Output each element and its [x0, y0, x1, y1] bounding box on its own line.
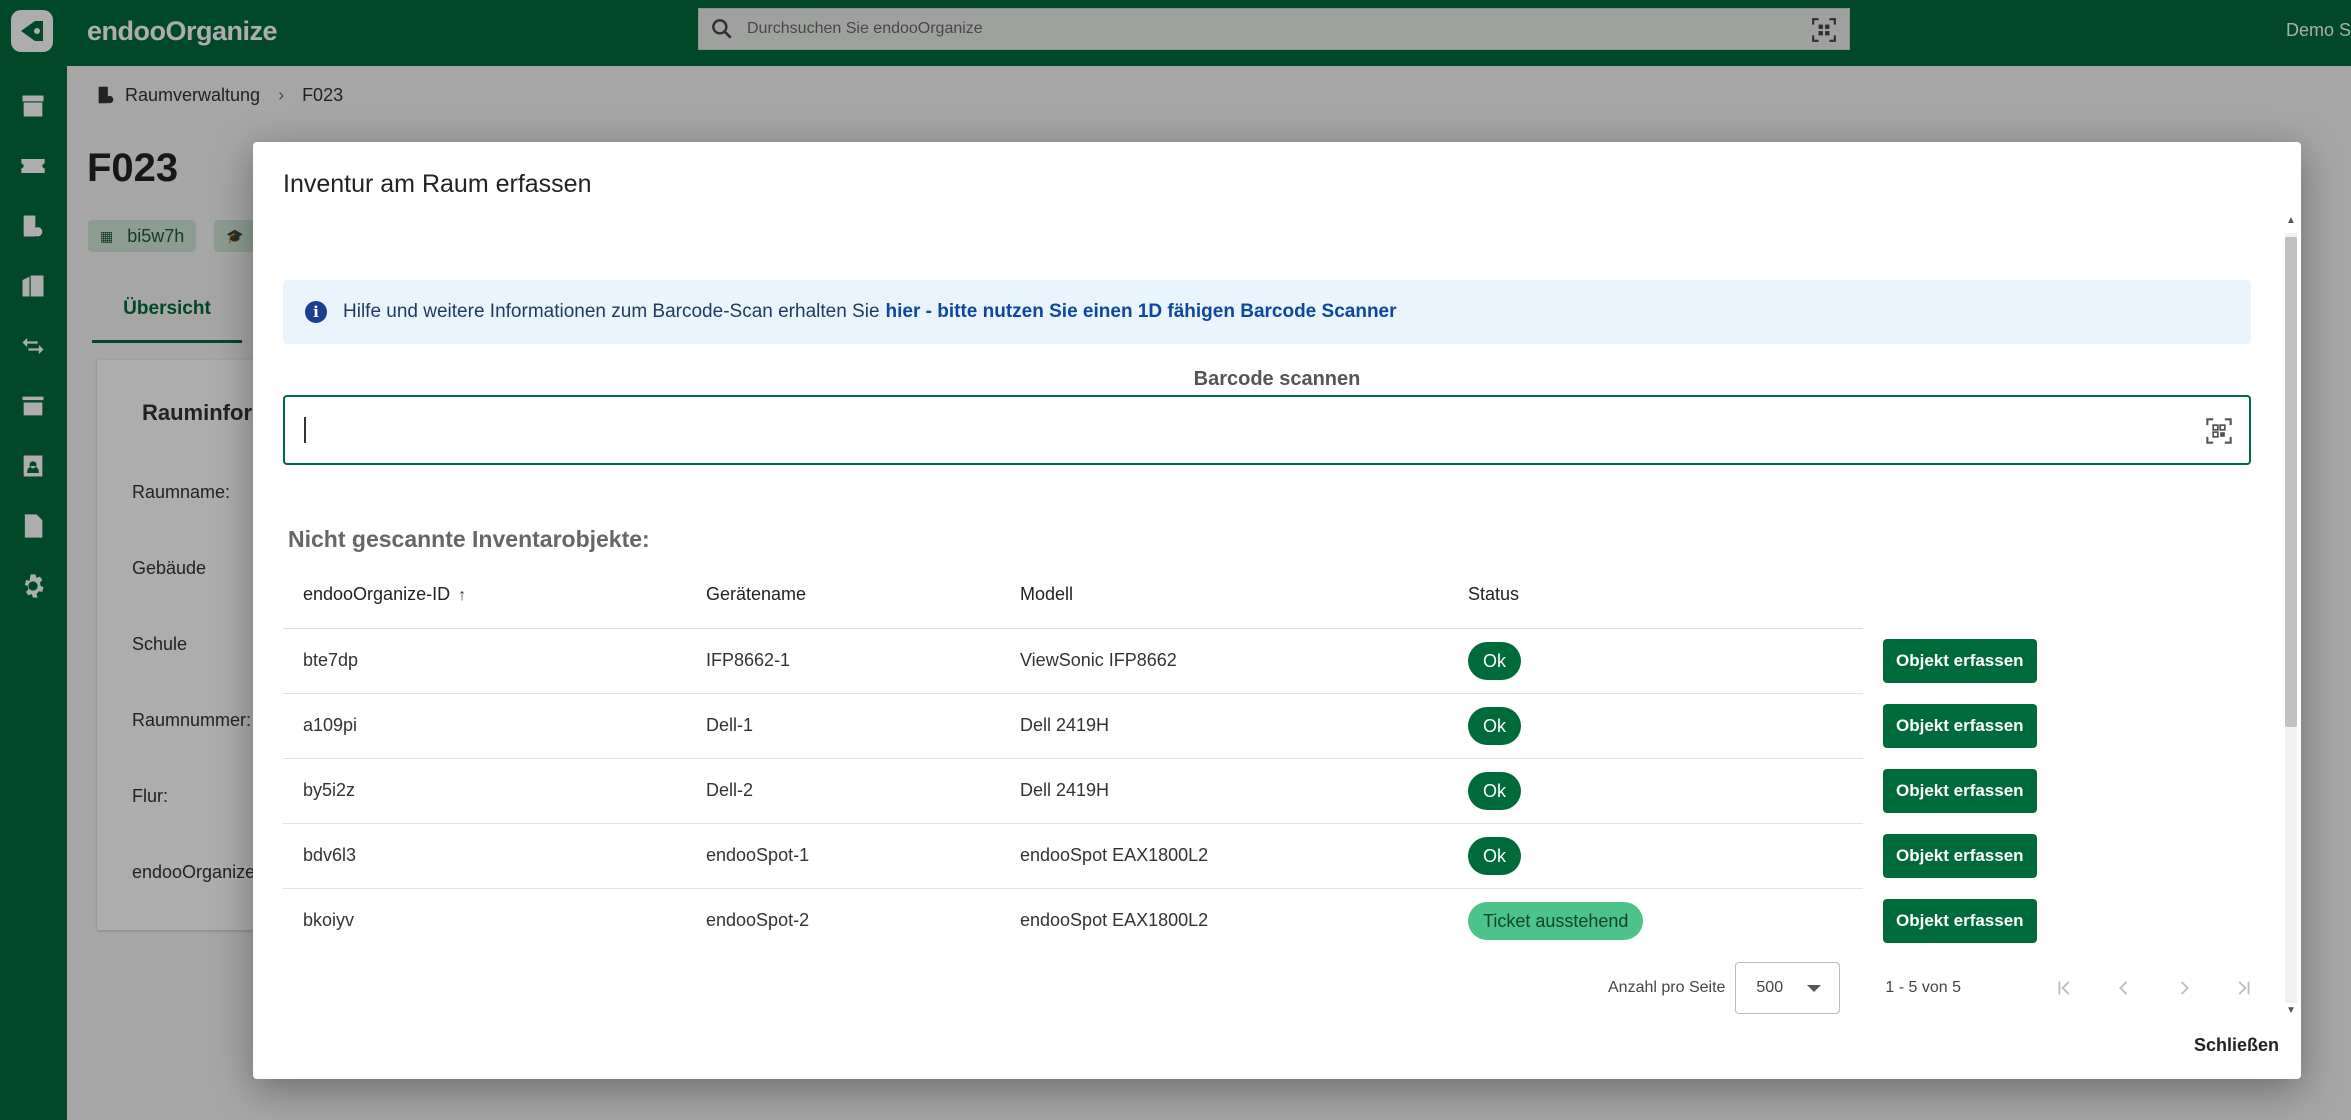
previous-page-icon[interactable] — [2111, 975, 2137, 1001]
capture-object-button[interactable]: Objekt erfassen — [1883, 768, 2037, 813]
table-row: bdv6l3 endooSpot-1 endooSpot EAX1800L2 O… — [283, 823, 2083, 889]
per-page-select[interactable]: 500 — [1735, 962, 1841, 1014]
column-header-model[interactable]: Modell — [1000, 562, 1448, 629]
cell-id: bdv6l3 — [283, 823, 686, 889]
text-caret — [304, 417, 306, 443]
cell-model: Dell 2419H — [1000, 693, 1448, 759]
cell-model: ViewSonic IFP8662 — [1000, 628, 1448, 694]
per-page-value: 500 — [1756, 979, 1784, 996]
cell-id: by5i2z — [283, 758, 686, 824]
page-range: 1 - 5 von 5 — [1885, 979, 1962, 996]
table-row: bte7dp IFP8662-1 ViewSonic IFP8662 Ok Ob… — [283, 628, 2083, 694]
table-header-row: endooOrganize-ID ↑ Gerätename Modell Stat… — [283, 562, 2083, 629]
info-banner: i Hilfe und weitere Informationen zum Ba… — [283, 280, 2251, 344]
cell-action: Objekt erfassen — [1863, 888, 2083, 953]
cell-status: Ticket ausstehend — [1448, 888, 1863, 953]
info-text: Hilfe und weitere Informationen zum Barc… — [343, 301, 880, 322]
inventory-table: endooOrganize-ID ↑ Gerätename Modell Stat… — [283, 562, 2083, 953]
status-badge: Ticket ausstehend — [1468, 901, 1644, 940]
capture-object-button[interactable]: Objekt erfassen — [1883, 638, 2037, 683]
cell-action: Objekt erfassen — [1863, 693, 2083, 758]
barcode-input[interactable] — [303, 411, 2183, 449]
cell-model: Dell 2419H — [1000, 758, 1448, 824]
column-header-name[interactable]: Gerätename — [686, 562, 1000, 629]
cell-status: Ok — [1448, 823, 1863, 889]
sort-arrow-up-icon[interactable]: ↑ — [458, 587, 466, 605]
cell-model: endooSpot EAX1800L2 — [1020, 910, 1209, 931]
cell-id: bkoiyv — [303, 910, 355, 931]
cell-name: IFP8662-1 — [686, 628, 1000, 694]
dialog-title: Inventur am Raum erfassen — [283, 170, 592, 198]
status-badge: Ok — [1468, 771, 1522, 810]
column-header-status[interactable]: Status — [1448, 562, 1863, 629]
capture-object-button[interactable]: Objekt erfassen — [1883, 703, 2037, 748]
dropdown-arrow-icon — [1807, 985, 1822, 992]
column-header-id[interactable]: endooOrganize-ID ↑ — [283, 562, 686, 629]
cell-status: Ok — [1448, 628, 1863, 694]
dialog-scrollbar[interactable]: ▲ ▼ — [2281, 215, 2299, 1016]
scroll-thumb[interactable] — [2285, 237, 2297, 727]
cell-model: endooSpot EAX1800L2 — [1000, 823, 1448, 889]
cell-id: a109pi — [283, 693, 686, 759]
cell-name: endooSpot-1 — [686, 823, 1000, 889]
barcode-field-label: Barcode scannen — [1193, 368, 1361, 390]
cell-name: Dell-1 — [686, 693, 1000, 759]
next-page-icon[interactable] — [2171, 975, 2197, 1001]
help-link[interactable]: hier - bitte nutzen Sie einen 1D fähigen… — [886, 301, 1397, 323]
paginator: Anzahl pro Seite 500 1 - 5 von 5 — [1608, 962, 2257, 1014]
per-page-label: Anzahl pro Seite — [1608, 979, 1726, 996]
cell-status: Ok — [1448, 693, 1863, 759]
section-title: Nicht gescannte Inventarobjekte: — [288, 526, 650, 552]
status-badge: Ok — [1468, 836, 1522, 875]
capture-object-button[interactable]: Objekt erfassen — [1883, 833, 2037, 878]
capture-object-button[interactable]: Objekt erfassen — [1883, 898, 2037, 943]
status-badge: Ok — [1468, 641, 1522, 680]
inventory-dialog: Inventur am Raum erfassen ▲ ▼ i Hilfe un… — [253, 142, 2301, 1079]
cell-action: Objekt erfassen — [1863, 823, 2083, 888]
cell-action: Objekt erfassen — [1863, 628, 2083, 693]
cell-id: bte7dp — [283, 628, 686, 694]
cell-status: Ok — [1448, 758, 1863, 824]
table-row: by5i2z Dell-2 Dell 2419H Ok Objekt erfas… — [283, 758, 2083, 824]
cell-name: endooSpot-2 — [706, 910, 810, 931]
cell-action: Objekt erfassen — [1863, 758, 2083, 823]
info-icon: i — [305, 301, 327, 323]
column-header-action — [1863, 562, 2083, 628]
qr-scan-icon[interactable] — [2205, 417, 2233, 445]
table-row: bkoiyv endooSpot-2 endooSpot EAX1800L2 T… — [283, 888, 2083, 953]
status-badge: Ok — [1468, 706, 1522, 745]
first-page-icon[interactable] — [2051, 975, 2077, 1001]
close-button[interactable]: Schließen — [2194, 1035, 2279, 1056]
last-page-icon[interactable] — [2231, 975, 2257, 1001]
scroll-down-icon[interactable]: ▼ — [2286, 1005, 2296, 1016]
table-row: a109pi Dell-1 Dell 2419H Ok Objekt erfas… — [283, 693, 2083, 759]
barcode-field[interactable] — [283, 395, 2251, 465]
scroll-up-icon[interactable]: ▲ — [2286, 215, 2296, 226]
cell-name: Dell-2 — [686, 758, 1000, 824]
